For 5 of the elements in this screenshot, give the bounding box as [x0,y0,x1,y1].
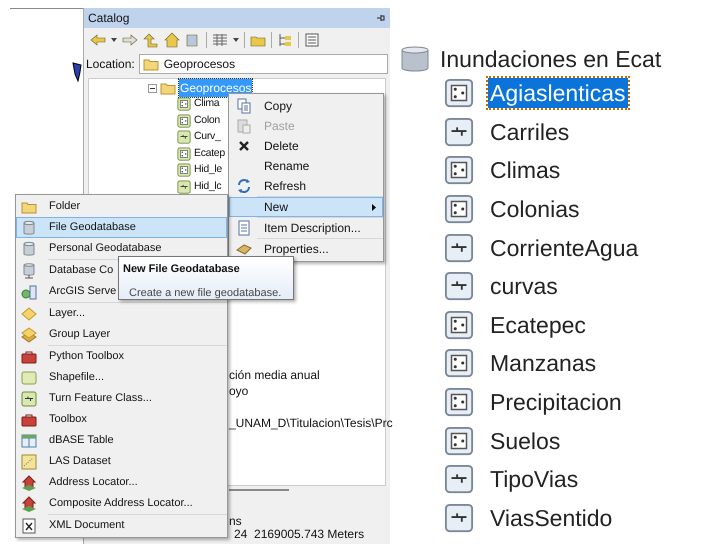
window-title: Catalog [88,10,130,27]
location-label: Location: [86,56,135,73]
tooltip-title: New File Geodatabase [123,262,241,277]
tooltip-text: Create a new file geodatabase. [128,286,282,300]
status-bar-text: 24 2169005.743 Meters [234,526,364,543]
